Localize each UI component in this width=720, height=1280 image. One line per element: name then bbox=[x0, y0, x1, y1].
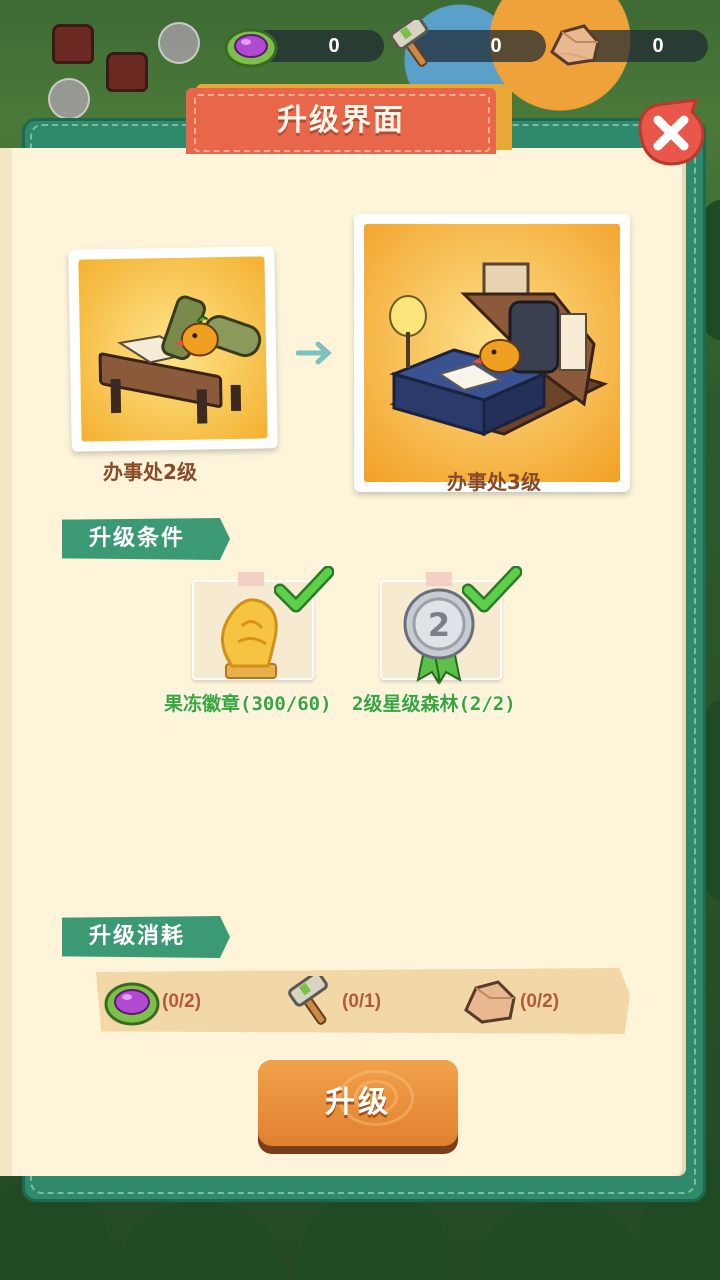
resource-value: 0 bbox=[652, 35, 664, 57]
costs-heading-tag: 升级消耗 bbox=[62, 916, 230, 958]
condition-text: 2级星级森林(2/2) bbox=[352, 693, 516, 715]
resource-value: 0 bbox=[328, 35, 340, 57]
jelly-cabbage-icon bbox=[104, 982, 160, 1026]
cost-value: (0/1) bbox=[342, 991, 382, 1012]
next-level-card bbox=[354, 214, 630, 492]
hammer-icon bbox=[389, 20, 429, 67]
upgrade-button[interactable]: 升级 bbox=[258, 1060, 458, 1154]
costs-heading: 升级消耗 bbox=[88, 924, 185, 949]
condition-item: 2 bbox=[380, 566, 522, 685]
jelly-cabbage-icon bbox=[224, 28, 278, 68]
dialog-title: 升级界面 bbox=[277, 103, 405, 138]
current-level-label: 办事处2级 bbox=[103, 460, 197, 484]
stone-icon bbox=[464, 980, 516, 1024]
condition-item bbox=[192, 566, 334, 682]
cost-value: (0/2) bbox=[162, 991, 202, 1012]
title-banner: 升级界面 bbox=[186, 84, 512, 154]
condition-text: 果冻徽章(300/60) bbox=[164, 693, 332, 715]
resource-jelly-counter: 0 bbox=[224, 28, 384, 68]
check-icon bbox=[462, 566, 522, 613]
conditions-heading-tag: 升级条件 bbox=[62, 518, 230, 560]
conditions-heading: 升级条件 bbox=[88, 526, 185, 551]
resource-value: 0 bbox=[490, 35, 502, 57]
svg-text:2: 2 bbox=[428, 606, 450, 644]
next-level-label: 办事处3级 bbox=[447, 470, 541, 494]
current-level-card bbox=[68, 246, 278, 452]
cost-item: (0/2) bbox=[462, 972, 602, 1032]
stone-icon bbox=[550, 24, 600, 66]
office-level2-image bbox=[98, 295, 262, 424]
resource-hammer-counter: 0 bbox=[386, 20, 546, 67]
cost-item: (0/2) bbox=[104, 972, 244, 1032]
resource-stone-counter: 0 bbox=[548, 24, 708, 66]
page-edge bbox=[0, 148, 12, 1176]
cost-item: (0/1) bbox=[284, 972, 424, 1032]
close-icon[interactable] bbox=[634, 98, 710, 168]
hammer-icon bbox=[288, 976, 328, 1025]
cost-value: (0/2) bbox=[520, 991, 560, 1012]
upgrade-button-label: 升级 bbox=[325, 1085, 391, 1120]
check-icon bbox=[274, 566, 334, 613]
arrow-right-icon bbox=[296, 341, 332, 365]
office-level3-image bbox=[389, 262, 609, 437]
